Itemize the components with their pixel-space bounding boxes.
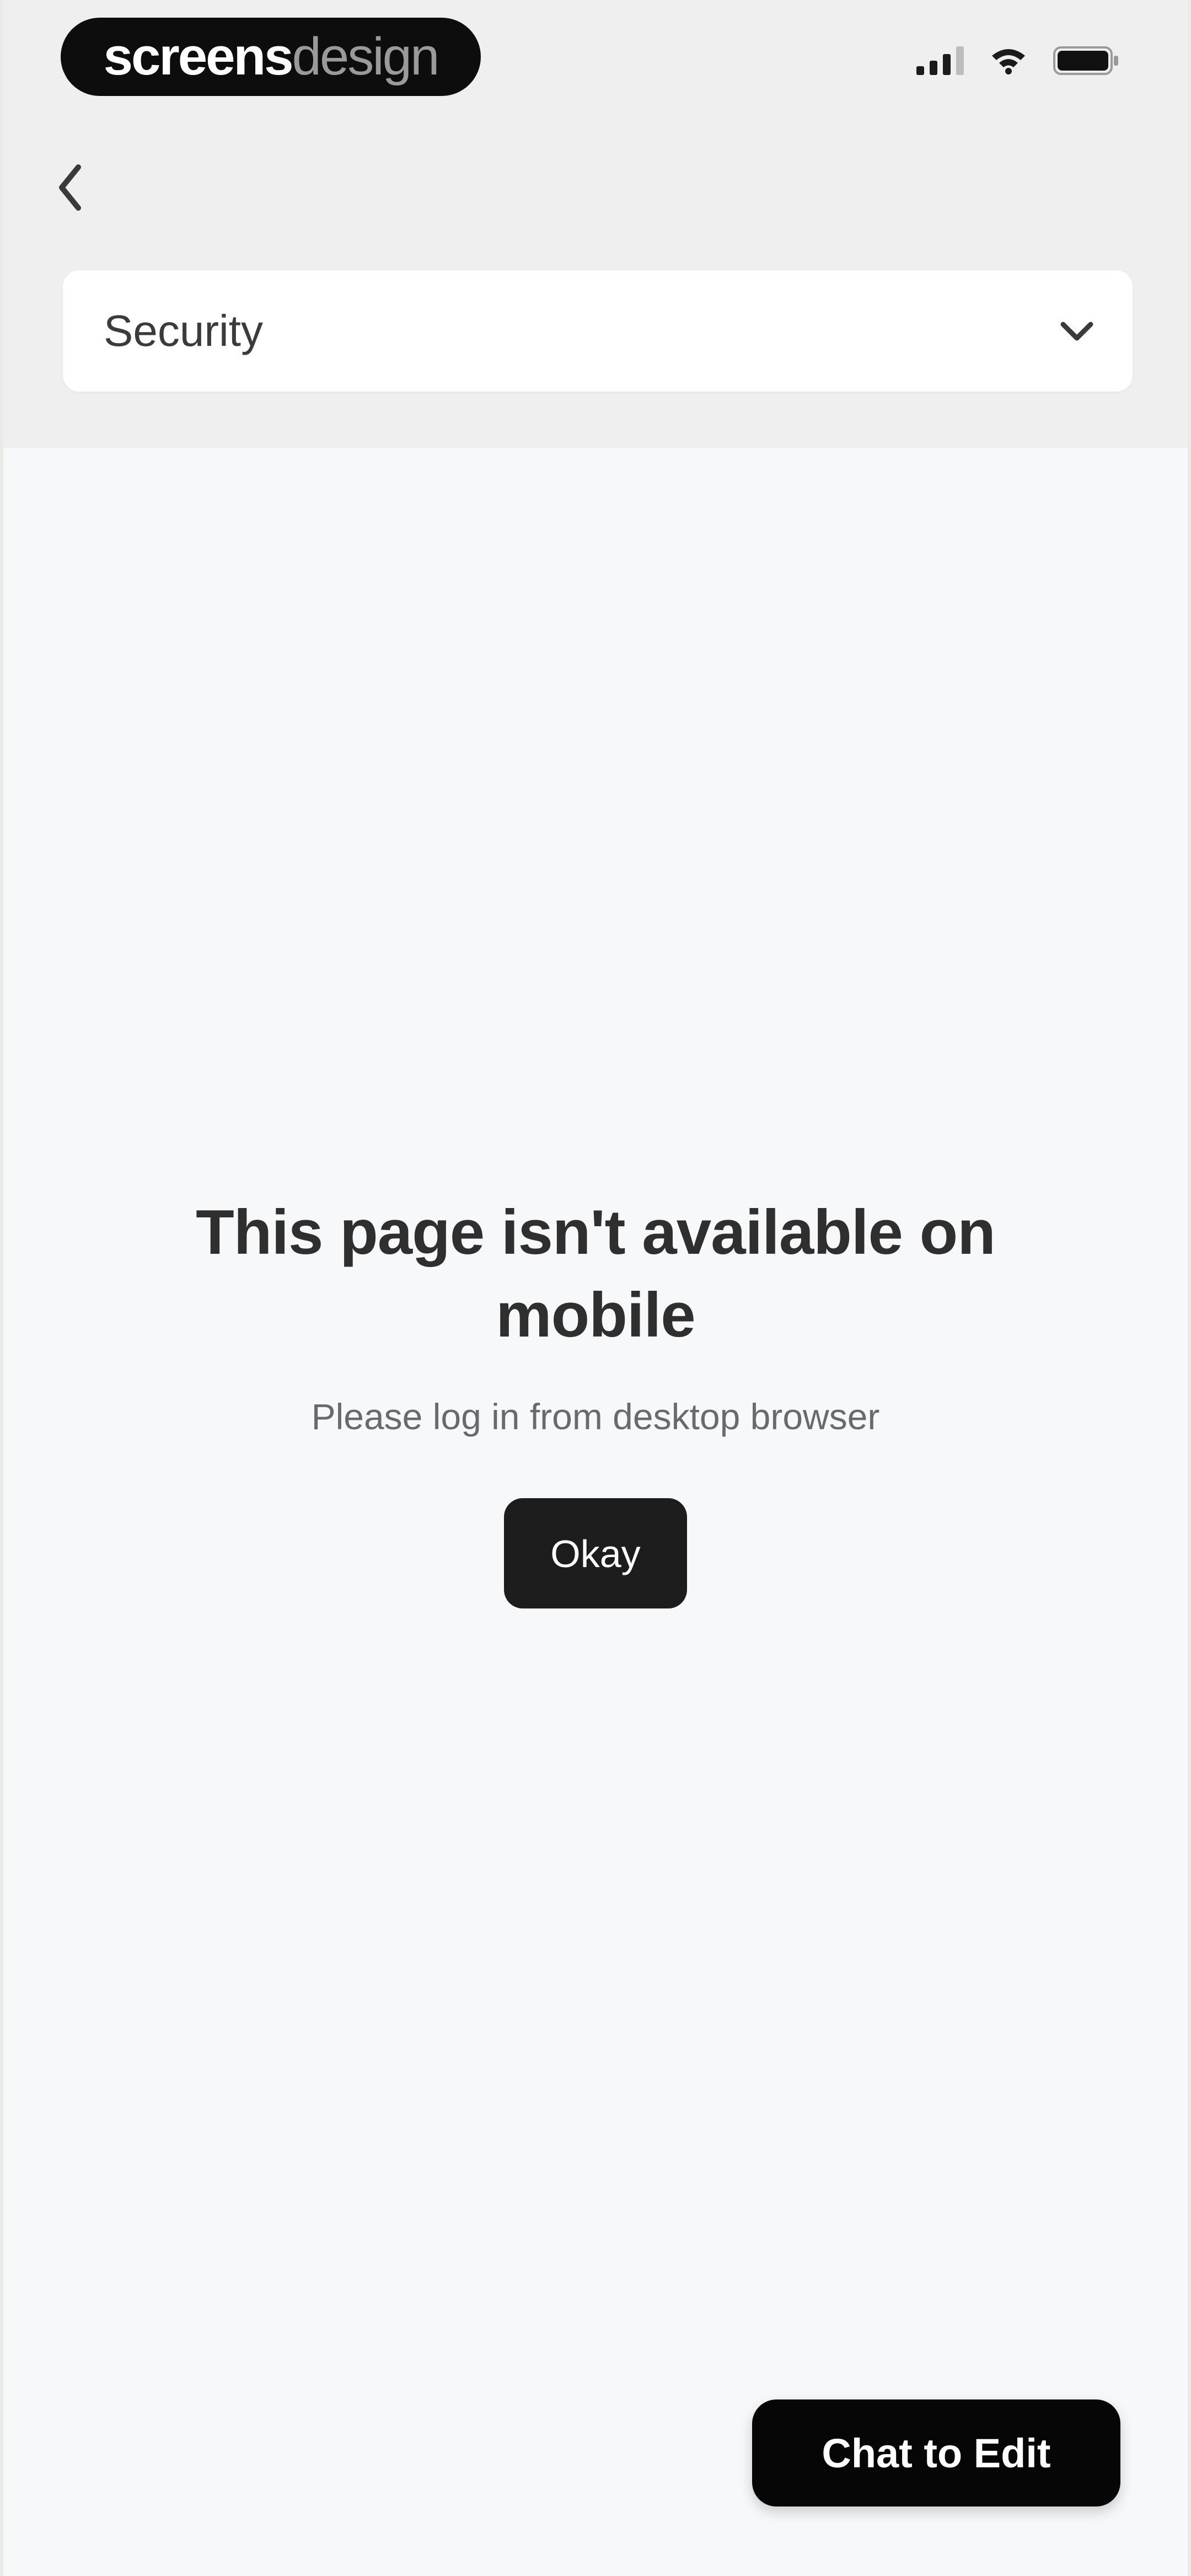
brand-logo: screens design <box>61 18 481 96</box>
status-bar <box>916 46 1120 75</box>
unavailable-message: This page isn't available on mobile Plea… <box>3 1191 1188 1608</box>
chevron-left-icon <box>59 164 81 211</box>
signal-icon <box>916 46 964 75</box>
page-title: This page isn't available on mobile <box>196 1198 996 1350</box>
chevron-down-icon <box>1060 322 1093 341</box>
wifi-icon <box>992 49 1025 74</box>
section-select-value: Security <box>104 306 263 355</box>
brand-logo-light-text: design <box>292 27 440 86</box>
page-subtitle: Please log in from desktop browser <box>311 1396 880 1437</box>
okay-button[interactable]: Okay <box>504 1498 687 1608</box>
battery-icon <box>1053 46 1118 75</box>
chat-to-edit-button[interactable]: Chat to Edit <box>752 2399 1120 2506</box>
section-select[interactable]: Security <box>63 270 1133 392</box>
header-area: screens design Security <box>3 0 1188 448</box>
app-screen: screens design Security This page isn't … <box>3 0 1188 2576</box>
brand-logo-bold-text: screens <box>103 27 294 86</box>
back-button[interactable] <box>51 160 89 215</box>
